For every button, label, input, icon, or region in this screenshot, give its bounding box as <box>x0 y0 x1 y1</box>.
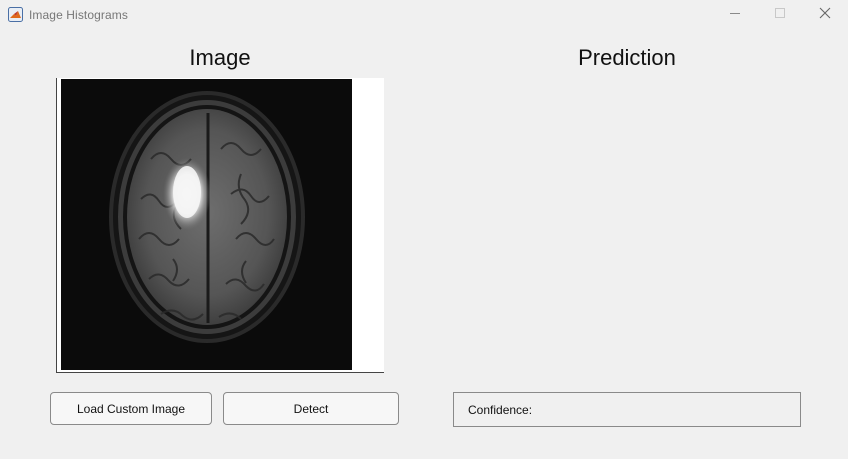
maximize-icon <box>774 6 786 24</box>
confidence-box: Confidence: <box>453 392 801 427</box>
window-title: Image Histograms <box>29 8 128 22</box>
prediction-heading: Prediction <box>578 45 676 70</box>
minimize-icon <box>729 6 741 24</box>
close-icon <box>819 6 831 24</box>
maximize-button[interactable] <box>757 0 803 30</box>
image-axes <box>56 78 384 373</box>
mri-image <box>61 79 352 370</box>
image-heading: Image <box>189 45 251 70</box>
detect-button[interactable]: Detect <box>223 392 399 425</box>
minimize-button[interactable] <box>712 0 758 30</box>
confidence-label: Confidence: <box>468 403 533 417</box>
title-bar: Image Histograms <box>0 0 848 30</box>
load-custom-image-button[interactable]: Load Custom Image <box>50 392 212 425</box>
matlab-icon <box>8 7 23 22</box>
close-button[interactable] <box>802 0 848 30</box>
